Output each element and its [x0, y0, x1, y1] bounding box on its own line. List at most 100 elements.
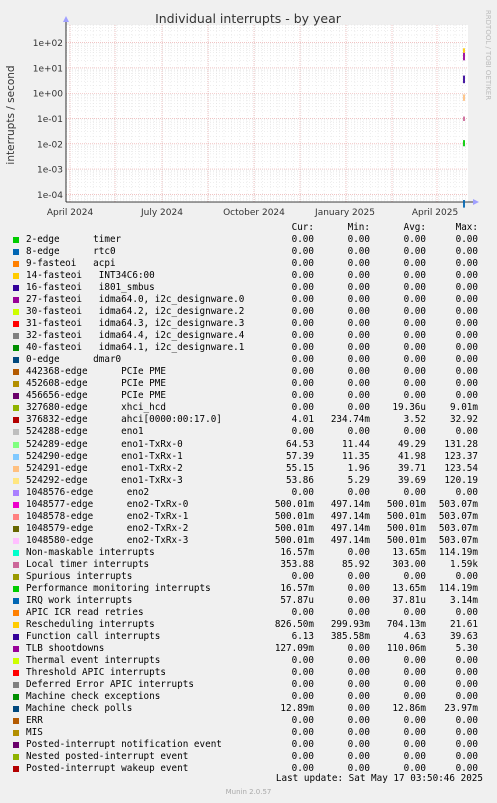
legend-row: APIC ICR read retries 0.00 0.00 0.00 0.00	[0, 607, 497, 619]
legend-value: 1.96	[347, 462, 370, 474]
legend-row: Function call interrupts 6.13 385.58m 4.63 3…	[0, 631, 497, 643]
legend-value: 23.97m	[444, 703, 478, 715]
legend-value: 0.00	[455, 715, 478, 727]
legend-series-name: 524290-edge eno1-TxRx-1	[26, 450, 183, 462]
legend-value: 0.00	[403, 342, 426, 354]
legend-value: 0.00	[291, 390, 314, 402]
legend-value: 0.00	[347, 643, 370, 655]
legend-value: 5.30	[455, 643, 478, 655]
legend-row: 14-fasteoi INT34C6:00 0.00 0.00 0.00 0.00	[0, 270, 497, 282]
legend-value: 0.00	[403, 667, 426, 679]
legend-value: 500.01m	[386, 498, 426, 510]
legend-value: 114.19m	[438, 582, 478, 594]
legend-value: 12.86m	[392, 703, 426, 715]
legend-value: 114.19m	[438, 546, 478, 558]
legend-value: 0.00	[403, 270, 426, 282]
legend-value: 6.13	[291, 630, 314, 642]
legend-value: 0.00	[403, 751, 426, 763]
legend-value: 0.00	[291, 667, 314, 679]
legend-value: 497.14m	[330, 510, 370, 522]
legend-swatch	[13, 658, 19, 665]
legend-series-name: 327680-edge xhci_hcd	[26, 402, 166, 414]
legend-value: 503.07m	[438, 522, 478, 534]
legend-series-name: 1048576-edge eno2	[26, 486, 150, 498]
legend-value: 500.01m	[386, 534, 426, 546]
legend-series-name: ERR	[26, 715, 43, 727]
legend-value: 13.65m	[392, 546, 426, 558]
legend-value: 0.00	[403, 727, 426, 739]
legend-swatch	[13, 513, 19, 520]
legend-swatch	[13, 682, 19, 689]
legend-value: 0.00	[403, 234, 426, 245]
legend-value: 497.14m	[330, 534, 370, 546]
legend-row: 1048579-edge eno2-TxRx-2 500.01m 497.14m 50…	[0, 523, 497, 535]
legend-value: 0.00	[347, 330, 370, 342]
legend-swatch	[13, 525, 19, 532]
legend-swatch	[13, 357, 19, 364]
legend-value: 0.00	[347, 570, 370, 582]
legend-swatch	[13, 309, 19, 316]
legend-value: 11.35	[342, 450, 370, 462]
legend-series-name: Threshold APIC interrupts	[26, 667, 166, 679]
legend-value: 0.00	[403, 366, 426, 378]
legend-value: 500.01m	[386, 522, 426, 534]
legend-swatch	[13, 585, 19, 592]
legend-value: 0.00	[291, 258, 314, 270]
legend-value: 0.00	[403, 655, 426, 667]
legend-value: 0.00	[455, 318, 478, 330]
legend-value: 0.00	[455, 655, 478, 667]
legend-swatch	[13, 561, 19, 568]
legend-series-name: Posted-interrupt notification event	[26, 739, 222, 751]
legend-value: 0.00	[455, 378, 478, 390]
legend-row: 327680-edge xhci_hcd 0.00 0.00 19.36u 9.01m	[0, 402, 497, 414]
legend-swatch	[13, 417, 19, 424]
legend-series-name: 456656-edge PCIe PME	[26, 390, 166, 402]
legend-value: 0.00	[455, 342, 478, 354]
legend-value: 0.00	[347, 354, 370, 366]
legend-series-name: 1048577-edge eno2-TxRx-0	[26, 498, 189, 510]
legend-value: 123.54	[444, 462, 478, 474]
legend-row: 8-edge rtc0 0.00 0.00 0.00 0.00	[0, 246, 497, 258]
legend-value: 503.07m	[438, 534, 478, 546]
legend-value: 500.01m	[274, 534, 314, 546]
legend-swatch	[13, 477, 19, 484]
legend-column-header: Max:	[455, 222, 478, 233]
legend-series-name: 2-edge timer	[26, 234, 122, 245]
legend-series-name: 376832-edge ahci[0000:00:17.0]	[26, 414, 222, 426]
legend-value: 299.93m	[330, 618, 370, 630]
legend-table: Cur: Min: Avg: Max: 2-edge timer 0.00 0.00 0.00…	[0, 0, 497, 803]
legend-series-name: 27-fasteoi idma64.0, i2c_designware.0	[26, 294, 245, 306]
legend-value: 0.00	[403, 294, 426, 306]
legend-row: Deferred Error APIC interrupts 0.00 0.00 0.…	[0, 679, 497, 691]
legend-value: 11.44	[342, 438, 370, 450]
legend-value: 13.65m	[392, 582, 426, 594]
legend-series-name: 31-fasteoi idma64.3, i2c_designware.3	[26, 318, 245, 330]
legend-value: 0.00	[291, 378, 314, 390]
legend-value: 0.00	[347, 342, 370, 354]
legend-swatch	[13, 754, 19, 761]
legend-swatch	[13, 345, 19, 352]
legend-series-name: 1048578-edge eno2-TxRx-1	[26, 510, 189, 522]
legend-row: 32-fasteoi idma64.4, i2c_designware.4 0.0…	[0, 330, 497, 342]
legend-series-name: 40-fasteoi idma64.1, i2c_designware.1	[26, 342, 245, 354]
legend-value: 0.00	[291, 570, 314, 582]
legend-row: MIS 0.00 0.00 0.00 0.00	[0, 727, 497, 739]
legend-value: 0.00	[347, 378, 370, 390]
legend-value: 0.00	[291, 282, 314, 294]
legend-series-name: 0-edge dmar0	[26, 354, 122, 366]
legend-value: 39.69	[398, 474, 426, 486]
legend-value: 0.00	[291, 739, 314, 751]
legend-row: 442368-edge PCIe PME 0.00 0.00 0.00 0.00	[0, 366, 497, 378]
legend-value: 19.36u	[392, 402, 426, 414]
legend-value: 0.00	[291, 715, 314, 727]
legend-value: 0.00	[347, 667, 370, 679]
legend-value: 0.00	[347, 606, 370, 618]
legend-row: 2-edge timer 0.00 0.00 0.00 0.00	[0, 234, 497, 246]
legend-swatch	[13, 501, 19, 508]
legend-value: 0.00	[403, 606, 426, 618]
legend-value: 500.01m	[386, 510, 426, 522]
legend-value: 0.00	[291, 606, 314, 618]
legend-value: 0.00	[291, 426, 314, 438]
legend-value: 0.00	[291, 354, 314, 366]
legend-value: 0.00	[403, 330, 426, 342]
